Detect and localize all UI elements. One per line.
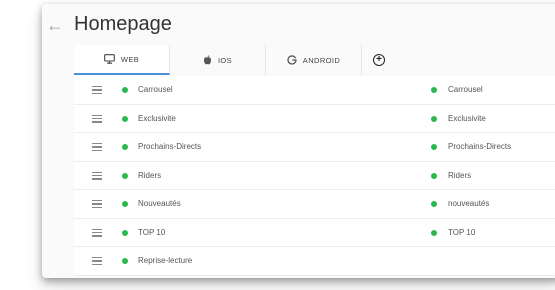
back-arrow-icon[interactable]: ← <box>44 14 66 36</box>
drag-handle-icon[interactable] <box>92 200 102 208</box>
status-dot-icon <box>122 201 128 207</box>
list-item[interactable]: TOP 10 TOP 10 <box>74 219 555 247</box>
tab-android[interactable]: ANDROID <box>266 45 362 75</box>
status-dot-icon <box>122 144 128 150</box>
item-label-secondary: TOP 10 <box>448 227 476 237</box>
status-dot-icon <box>122 115 128 122</box>
drag-handle-icon[interactable] <box>92 171 102 180</box>
status-dot-icon <box>431 144 437 150</box>
drag-handle-icon[interactable] <box>92 86 102 94</box>
tab-web-label: WEB <box>120 54 140 64</box>
tab-web[interactable]: WEB <box>74 45 170 75</box>
item-label: Nouveautés <box>138 199 181 208</box>
item-label-secondary: Riders <box>448 170 472 180</box>
item-label-secondary: Exclusivite <box>448 113 486 123</box>
status-dot-icon <box>122 258 128 264</box>
status-dot-icon <box>431 172 437 179</box>
item-label: Reprise-lecture <box>138 256 193 265</box>
tab-ios-label: IOS <box>217 55 233 65</box>
list-item[interactable]: Riders Riders <box>74 162 555 190</box>
status-dot-icon <box>431 87 437 93</box>
item-label-secondary: nouveautés <box>448 199 490 208</box>
status-dot-icon <box>122 87 128 93</box>
status-dot-icon <box>431 201 437 207</box>
section-list: Carrousel Carrousel Exclusivite Exclusiv… <box>74 76 555 276</box>
google-icon <box>287 55 297 65</box>
item-label: Exclusivite <box>138 113 176 123</box>
tab-ios[interactable]: IOS <box>170 45 266 75</box>
item-label-secondary: Prochains-Directs <box>448 142 512 151</box>
item-label: Prochains-Directs <box>138 142 202 151</box>
plus-circle-icon: + <box>373 54 385 66</box>
apple-icon <box>203 55 212 65</box>
item-label: Carrousel <box>138 85 173 94</box>
page-title: Homepage <box>74 13 172 35</box>
drag-handle-icon[interactable] <box>92 114 102 123</box>
drag-handle-icon[interactable] <box>92 228 102 237</box>
homepage-card: ← Homepage WEB IOS ANDROID + Carrousel C… <box>42 4 555 278</box>
platform-tabs: WEB IOS ANDROID + <box>74 45 555 75</box>
list-item[interactable]: Carrousel Carrousel <box>74 76 555 105</box>
status-dot-icon <box>431 115 437 122</box>
item-label: Riders <box>138 170 162 180</box>
drag-handle-icon[interactable] <box>92 143 102 151</box>
item-label: TOP 10 <box>138 227 166 237</box>
status-dot-icon <box>122 172 128 179</box>
list-item[interactable]: Nouveautés nouveautés <box>74 190 555 219</box>
list-item[interactable]: Prochains-Directs Prochains-Directs <box>74 133 555 162</box>
monitor-icon <box>103 54 115 64</box>
list-item[interactable]: Reprise-lecture <box>74 247 555 276</box>
item-label-secondary: Carrousel <box>448 85 483 94</box>
status-dot-icon <box>431 229 437 236</box>
tab-android-label: ANDROID <box>302 55 341 65</box>
status-dot-icon <box>122 229 128 236</box>
drag-handle-icon[interactable] <box>92 257 102 265</box>
list-item[interactable]: Exclusivite Exclusivite <box>74 105 555 133</box>
add-tab-button[interactable]: + <box>362 45 396 75</box>
